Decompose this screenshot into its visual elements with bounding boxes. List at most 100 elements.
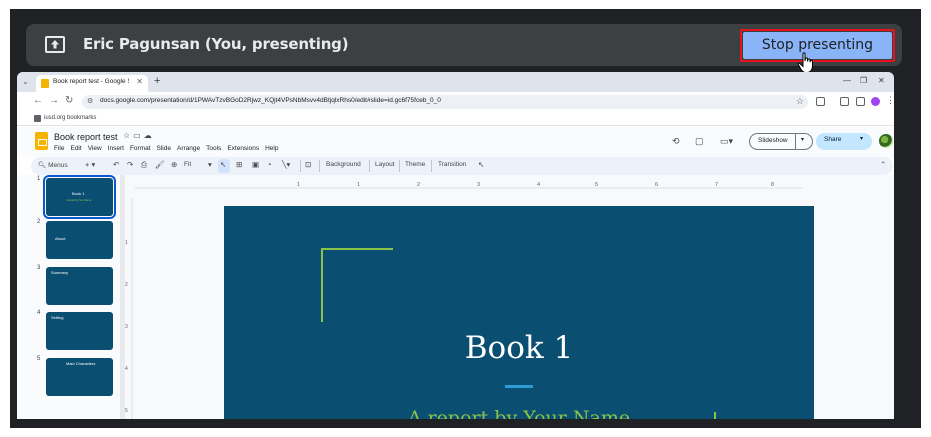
undo-icon[interactable]: ↶ [113, 160, 119, 169]
slide-thumbnail-5[interactable]: Main Characters [46, 358, 113, 396]
meet-icon[interactable]: ▭▾ [720, 136, 733, 147]
browser-tab[interactable]: Book report test - Google Slides ✕ [36, 75, 148, 92]
thumbnail-title: Setting [51, 315, 64, 320]
menu-arrange[interactable]: Arrange [177, 145, 200, 152]
new-slide-icon[interactable]: + ▾ [85, 160, 95, 169]
omnibox[interactable]: ⚙ docs.google.com/presentation/d/1PWAvTz… [82, 95, 808, 109]
menu-slide[interactable]: Slide [157, 145, 171, 152]
star-move-cloud-icons[interactable]: ☆▭☁ [123, 131, 155, 140]
current-slide[interactable]: Book 1 A report by Your Name [224, 206, 814, 419]
browser-menu-icon[interactable]: ⋮ [886, 95, 894, 106]
bookmark-folder[interactable]: iusd.org bookmarks [44, 115, 96, 121]
tab-strip: ⌄ Book report test - Google Slides ✕ + —… [17, 72, 894, 92]
site-info-icon[interactable]: ⚙ [87, 97, 93, 105]
extensions-icon[interactable] [816, 97, 825, 106]
minimize-icon[interactable]: — [843, 76, 851, 85]
zoom-select[interactable]: Fit [184, 161, 191, 168]
slides-logo-icon[interactable] [35, 132, 48, 150]
ruler-tick-label: 1 [297, 182, 300, 188]
zoom-icon[interactable]: ⊕ [171, 160, 177, 169]
layout-button[interactable]: Layout [375, 161, 395, 168]
forward-icon[interactable]: → [49, 95, 59, 106]
comment-add-icon[interactable]: ⊡ [305, 160, 311, 169]
restore-icon[interactable]: ❐ [860, 76, 867, 85]
thumbnail-title: Main Characters [66, 361, 96, 366]
address-bar: ← → ↻ ⚙ docs.google.com/presentation/d/1… [17, 92, 894, 112]
share-button[interactable]: Share ▾ [816, 133, 872, 150]
menu-view[interactable]: View [88, 145, 102, 152]
search-menus[interactable]: 🔍︎ Menus [38, 161, 68, 169]
transition-button[interactable]: Transition [438, 161, 466, 168]
back-icon[interactable]: ← [33, 95, 43, 106]
thumbnail-number: 4 [37, 310, 41, 316]
horizontal-ruler: 1 1 2 3 4 5 6 7 8 [135, 182, 803, 189]
menu-tools[interactable]: Tools [206, 145, 221, 152]
line-icon[interactable]: ╲▾ [282, 160, 290, 169]
thumbnail-title: About [55, 236, 66, 241]
tab-search-icon[interactable]: ⌄ [22, 77, 29, 86]
cast-icon[interactable] [840, 97, 849, 106]
ruler-tick-label: 8 [771, 182, 774, 188]
menu-format[interactable]: Format [130, 145, 151, 152]
ruler-tick-label: 2 [125, 282, 128, 288]
ruler-tick-label: 4 [537, 182, 540, 188]
collapse-toolbar-icon[interactable]: ⌃ [880, 160, 886, 169]
slideshow-button[interactable]: Slideshow ▾ [749, 133, 813, 150]
history-icon[interactable]: ⟲ [672, 136, 680, 147]
background-button[interactable]: Background [326, 161, 361, 168]
menu-insert[interactable]: Insert [108, 145, 124, 152]
thumbnail-title: Book 1 [72, 191, 85, 196]
slide-title[interactable]: Book 1 [224, 330, 814, 366]
paint-format-icon[interactable]: 🖌︎ [155, 160, 165, 169]
close-window-icon[interactable]: ✕ [878, 76, 885, 85]
shape-icon[interactable]: ◔ [267, 160, 272, 169]
menus-label: Menus [48, 162, 68, 169]
new-tab-icon[interactable]: + [154, 75, 160, 87]
tab-title: Book report test - Google Slides [53, 78, 129, 85]
ruler-tick-label: 7 [715, 182, 718, 188]
thumbnail-number: 1 [37, 176, 41, 182]
select-cursor-icon[interactable]: ↖ [220, 160, 226, 169]
stop-presenting-highlight: Stop presenting [740, 29, 895, 62]
thumbnail-title: Summary [51, 270, 69, 275]
toolbar-divider [399, 160, 400, 172]
ruler-tick-label: 3 [125, 324, 128, 330]
stop-presenting-button[interactable]: Stop presenting [743, 32, 892, 59]
reload-icon[interactable]: ↻ [65, 95, 73, 106]
zoom-dropdown-icon[interactable]: ▾ [208, 160, 212, 169]
text-box-icon[interactable]: ⊞ [236, 160, 242, 169]
slide-thumbnail-3[interactable]: Summary [46, 267, 113, 305]
title-underline [505, 385, 533, 388]
redo-icon[interactable]: ↷ [127, 160, 133, 169]
slides-header: Book report test ☆▭☁ File Edit View Insert F… [17, 127, 894, 157]
vertical-ruler: 1 2 3 4 5 [125, 198, 133, 419]
image-icon[interactable]: ▣ [252, 160, 259, 169]
slide-thumbnail-1[interactable]: Book 1 A report by Your Name [43, 175, 116, 219]
close-tab-icon[interactable]: ✕ [136, 77, 143, 86]
ruler-tick-label: 4 [125, 366, 128, 372]
thumbnail-number: 3 [37, 265, 41, 271]
profile-icon[interactable] [871, 97, 880, 106]
bookmark-star-icon[interactable]: ☆ [796, 96, 804, 107]
slide-thumbnail-2[interactable]: About [46, 221, 113, 259]
chevron-down-icon[interactable]: ▾ [860, 135, 863, 142]
menu-edit[interactable]: Edit [70, 145, 81, 152]
toolbar-divider [319, 160, 320, 172]
chevron-down-icon[interactable]: ▾ [801, 136, 804, 143]
menu-file[interactable]: File [54, 145, 64, 152]
menu-help[interactable]: Help [265, 145, 278, 152]
corner-bracket-decoration [714, 412, 716, 419]
print-icon[interactable]: ⎙ [141, 160, 147, 170]
ruler-labels: 1 1 2 3 4 5 6 7 8 [297, 182, 774, 188]
toolbar-divider [369, 160, 370, 172]
menu-extensions[interactable]: Extensions [227, 145, 259, 152]
sidepanel-icon[interactable] [856, 97, 865, 106]
avatar[interactable] [879, 134, 893, 148]
slides-favicon-icon [41, 79, 49, 88]
mouse-cursor-icon: ↖ [478, 160, 485, 169]
theme-button[interactable]: Theme [405, 161, 425, 168]
slide-subtitle[interactable]: A report by Your Name [224, 407, 814, 419]
document-title[interactable]: Book report test [54, 132, 118, 142]
slide-thumbnail-4[interactable]: Setting [46, 312, 113, 350]
comments-icon[interactable]: ▢ [695, 136, 704, 147]
